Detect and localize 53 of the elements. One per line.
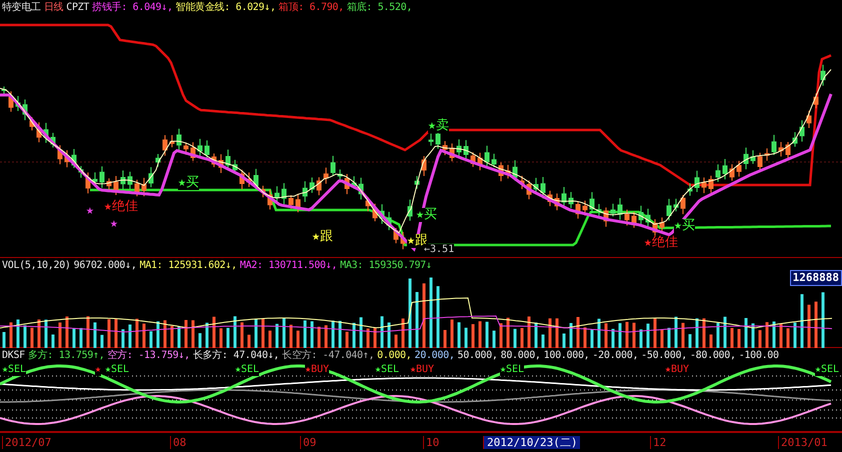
signal-marker: ★BUY: [665, 364, 690, 376]
indicator-value: 50.000,: [458, 349, 498, 362]
signal-marker: ★绝佳: [104, 200, 138, 214]
indicator-value: 特变电工: [2, 1, 41, 14]
signal-marker: ★BUY: [305, 364, 330, 376]
scale-label: 1268888: [790, 270, 842, 286]
signal-marker: ★卖: [428, 119, 449, 133]
indicator-value: 智能黄金线: 6.029↓,: [176, 1, 276, 14]
indicator-value: DKSF: [2, 349, 25, 362]
signal-marker: ★SEL: [235, 364, 260, 376]
indicator-value: MA3: 159350.797↓: [340, 259, 432, 272]
indicator-value: 80.000,: [500, 349, 541, 362]
indicator-value: 20.000,: [414, 349, 455, 362]
indicator-value: 日线: [44, 1, 64, 14]
signal-marker: ★买: [178, 176, 199, 190]
signal-marker: ★SEL: [105, 364, 130, 376]
signal-marker: ★买: [674, 219, 695, 233]
indicator-value: CPZT: [66, 1, 90, 14]
indicator-value: 捞钱手: 6.049↓,: [92, 1, 173, 14]
indicator-value: 空方: -13.759↓,: [108, 349, 190, 362]
indicator-value: 长空方: -47.040↑,: [282, 349, 374, 362]
indicator-value: VOL(5,10,20): [2, 259, 71, 272]
date-label: 09: [300, 436, 316, 449]
indicator-value: 箱顶: 6.790,: [278, 1, 344, 14]
date-label: 2012/07: [2, 436, 52, 449]
date-label: 12: [650, 436, 666, 449]
indicator-value: 箱底: 5.520,: [346, 1, 412, 14]
signal-marker: ★跟: [312, 230, 333, 244]
signal-marker: ★BUY: [410, 364, 434, 376]
indicator-value: MA1: 125931.602↓,: [140, 259, 237, 272]
date-label: 2012/10/23(二): [483, 436, 580, 449]
indicator-value: -80.000,: [690, 349, 736, 362]
low-price-label: ←3.51: [424, 244, 454, 255]
signal-marker: ★SEL: [500, 364, 524, 376]
signal-marker: ★绝佳: [644, 236, 678, 250]
indicator-value: -100.00: [738, 349, 779, 362]
indicator-value: 0.000,: [377, 349, 412, 362]
indicator-value: 96702.000↓,: [74, 259, 137, 272]
signal-marker: ★买: [416, 208, 437, 222]
signal-marker: ★跟: [407, 234, 428, 248]
date-label: 08: [170, 436, 186, 449]
date-label: 10: [423, 436, 440, 449]
signal-marker: ★SEL: [815, 364, 840, 376]
date-label: 2013/01: [778, 436, 828, 449]
signal-marker: ★SEL: [2, 364, 26, 376]
signal-marker: ★SEL: [375, 364, 400, 376]
indicator-value: 多方: 13.759↑,: [28, 349, 104, 362]
indicator-value: MA2: 130711.500↓,: [240, 259, 338, 272]
signal-marker: ★: [95, 364, 102, 376]
indicator-value: -20.000,: [592, 349, 638, 362]
indicator-value: 100.000,: [544, 349, 590, 362]
indicator-value: -50.000,: [641, 349, 687, 362]
indicator-value: 长多方: 47.040↓,: [192, 349, 280, 362]
